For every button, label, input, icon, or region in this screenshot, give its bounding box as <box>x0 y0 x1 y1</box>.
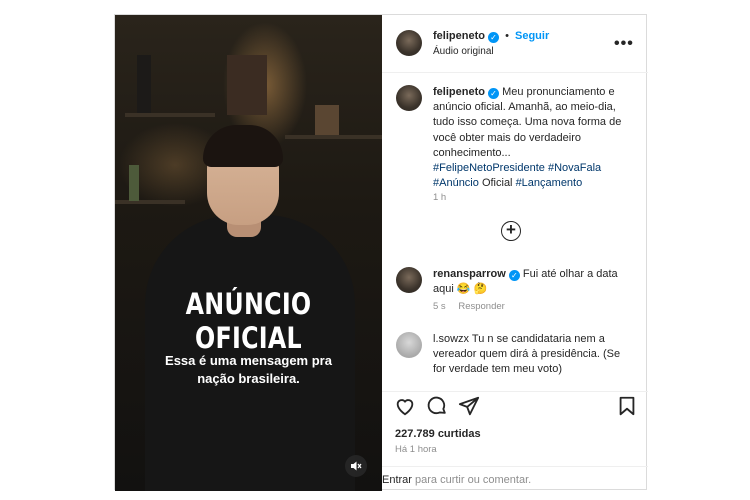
comment-avatar[interactable] <box>396 267 422 293</box>
load-more-comments-icon[interactable]: + <box>501 221 521 241</box>
hashtag-link[interactable]: #NovaFala <box>548 162 601 174</box>
comment-icon-glyph <box>427 396 446 415</box>
hashtag-link[interactable]: #FelipeNetoPresidente <box>433 162 545 174</box>
follow-button[interactable]: Seguir <box>515 30 549 42</box>
comment-timestamp: 5 s <box>433 301 446 312</box>
shelf <box>285 135 382 139</box>
speaker-muted-icon-glyph <box>351 461 362 471</box>
comment-username[interactable]: renansparrow <box>433 268 506 280</box>
bookmark-icon-glyph <box>619 396 635 416</box>
post-timestamp: Há 1 hora <box>395 444 437 455</box>
shelf <box>115 200 185 204</box>
heart-icon[interactable] <box>394 395 416 417</box>
verified-badge-icon: ✓ <box>488 88 500 99</box>
post-caption: felipeneto ✓ Meu pronunciamento e anúnci… <box>433 85 633 191</box>
verified-badge-icon: ✓ <box>508 270 520 281</box>
comment-icon[interactable] <box>426 395 448 417</box>
comment-item: l.sowzx Tu n se candidataria nem a verea… <box>433 332 633 378</box>
post-video[interactable]: ANÚNCIO OFICIAL Essa é uma mensagem pra … <box>115 15 382 491</box>
comment-meta: 5 s Responder <box>433 301 515 312</box>
share-icon-glyph <box>458 396 480 416</box>
video-subtitle: Essa é uma mensagem pra nação brasileira… <box>165 353 332 386</box>
caption-username[interactable]: felipeneto <box>433 86 485 98</box>
post-sidebar: felipeneto ✓ • Seguir Áudio original •••… <box>382 15 648 491</box>
bottle-decor <box>129 165 139 201</box>
avatar[interactable] <box>396 30 422 56</box>
hashtag-link[interactable]: #Lançamento <box>516 177 583 189</box>
comment-item: renansparrow ✓ Fui até olhar a data aqui… <box>433 267 633 297</box>
login-prompt-text: para curtir ou comentar. <box>411 474 532 486</box>
speaker-muted-icon[interactable] <box>345 455 367 477</box>
bookmark-icon[interactable] <box>616 395 638 417</box>
reply-button[interactable]: Responder <box>458 301 504 312</box>
login-prompt: Entrar para curtir ou comentar. <box>382 474 531 486</box>
more-options-icon[interactable]: ••• <box>614 35 634 53</box>
caption-timestamp: 1 h <box>433 192 447 203</box>
book-decor <box>315 105 339 135</box>
add-comment-bar: Entrar para curtir ou comentar. <box>382 466 648 491</box>
video-headline: ANÚNCIO OFICIAL <box>185 287 312 355</box>
frame-decor <box>227 55 267 115</box>
login-link[interactable]: Entrar <box>382 474 412 486</box>
comment-username[interactable]: l.sowzx <box>433 333 469 345</box>
post-header: felipeneto ✓ • Seguir Áudio original ••• <box>382 15 648 73</box>
share-icon[interactable] <box>458 395 480 417</box>
likes-count[interactable]: 227.789 curtidas <box>395 428 481 440</box>
original-audio-link[interactable]: Áudio original <box>433 46 494 57</box>
chess-piece-decor <box>137 55 151 113</box>
heart-icon-glyph <box>396 399 414 416</box>
verified-badge-icon: ✓ <box>488 32 500 43</box>
caption-word: Oficial <box>481 177 513 190</box>
comment-avatar[interactable] <box>396 332 422 358</box>
action-bar <box>382 391 648 421</box>
shelf <box>125 113 215 117</box>
hashtag-link[interactable]: #Anúncio <box>433 177 479 189</box>
instagram-post: ANÚNCIO OFICIAL Essa é uma mensagem pra … <box>114 14 648 491</box>
separator-dot: • <box>505 30 509 42</box>
header-user-line: felipeneto ✓ • Seguir <box>433 30 549 43</box>
caption-avatar[interactable] <box>396 85 422 111</box>
header-username[interactable]: felipeneto <box>433 30 485 42</box>
